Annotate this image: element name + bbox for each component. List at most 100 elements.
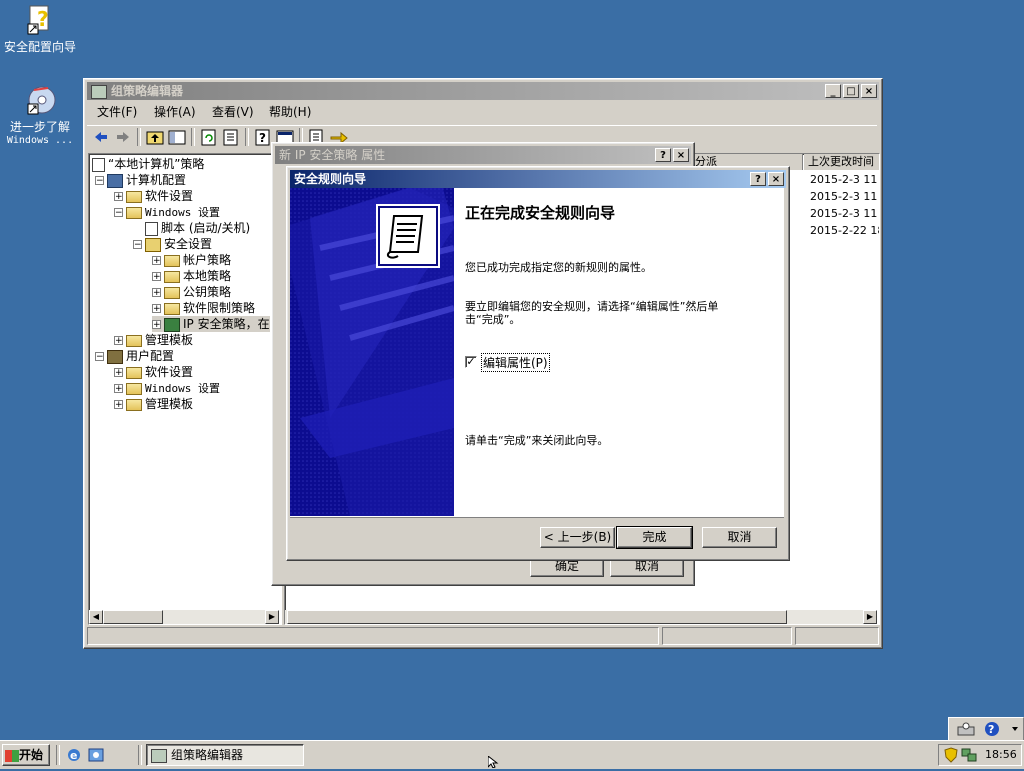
scroll-thumb[interactable] (103, 610, 163, 624)
tree-account-policies[interactable]: + 帐户策略 (152, 252, 231, 268)
folder-icon (126, 382, 142, 395)
tree-label: 公钥策略 (183, 285, 232, 299)
list-hscrollbar[interactable]: ▶ (285, 610, 877, 624)
menu-help[interactable]: 帮助(H) (269, 102, 311, 122)
back-button[interactable]: < 上一步(B) (540, 527, 615, 548)
desktop-icon-label: 安全配置向导 (3, 40, 76, 54)
tree-windows-settings[interactable]: − Windows 设置 (114, 204, 220, 220)
system-tray: 18:56 (938, 744, 1022, 766)
tree-software-settings[interactable]: + 软件设置 (114, 188, 193, 204)
close-button[interactable]: × (768, 172, 784, 186)
expand-icon[interactable]: + (152, 272, 161, 282)
export-list-icon[interactable] (221, 128, 241, 146)
collapse-icon[interactable]: − (133, 240, 142, 250)
refresh-icon[interactable] (199, 128, 219, 146)
policy-doc-icon (92, 157, 105, 172)
toolbar-separator (137, 128, 141, 146)
cancel-button[interactable]: 取消 (702, 527, 777, 548)
desktop-icon-security-wizard[interactable]: ? 安全配置向导 (0, 4, 80, 55)
expand-icon[interactable]: + (114, 368, 123, 378)
folder-icon (126, 366, 142, 379)
expand-icon[interactable]: + (114, 384, 123, 394)
forward-arrow-icon[interactable] (113, 128, 133, 146)
show-hide-tree-icon[interactable] (167, 128, 187, 146)
help-circle-icon[interactable]: ? (983, 721, 1001, 737)
tree-admin-templates[interactable]: + 管理模板 (114, 332, 193, 348)
wizard-titlebar[interactable]: 安全规则向导 ? × (290, 170, 786, 188)
edit-properties-label[interactable]: 编辑属性(P) (481, 353, 550, 372)
finish-button[interactable]: 完成 (616, 526, 693, 549)
scroll-right-icon[interactable]: ▶ (863, 610, 877, 624)
properties-titlebar[interactable]: 新 IP 安全策略 属性 ? × (275, 146, 691, 164)
tree-local-policies[interactable]: + 本地策略 (152, 268, 231, 284)
start-label: 开始 (19, 748, 44, 762)
shield-icon[interactable] (943, 747, 959, 763)
scroll-left-icon[interactable]: ◀ (89, 610, 103, 624)
help-icon[interactable]: ? (253, 128, 273, 146)
desktop-icon-windows-help[interactable]: 进一步了解 Windows ... (0, 84, 80, 146)
back-arrow-icon[interactable] (91, 128, 111, 146)
menu-action[interactable]: 操作(A) (154, 102, 196, 122)
toolbar-separator (191, 128, 195, 146)
expand-icon[interactable]: + (114, 400, 123, 410)
collapse-icon[interactable]: − (95, 352, 104, 362)
expand-icon[interactable]: + (152, 304, 161, 314)
up-level-icon[interactable] (145, 128, 165, 146)
gpedit-titlebar[interactable]: 组策略编辑器 _ □ × (87, 82, 879, 100)
tree-hscrollbar[interactable]: ◀ ▶ (89, 610, 279, 624)
gpedit-task-icon (151, 748, 167, 763)
minimize-button[interactable]: _ (825, 84, 841, 98)
expand-icon[interactable]: + (114, 192, 123, 202)
tree-security-settings[interactable]: − 安全设置 (133, 236, 212, 252)
scroll-thumb[interactable] (287, 610, 787, 624)
tree-computer-config[interactable]: − 计算机配置 (95, 172, 186, 188)
list-cell-modified[interactable]: 2015-2-3 11 (810, 173, 877, 186)
folder-icon (164, 270, 180, 283)
tree-label: 管理模板 (145, 333, 194, 347)
tree-ip-security[interactable]: + IP 安全策略，在 (152, 316, 270, 332)
start-button[interactable]: 开始 (2, 744, 50, 766)
folder-icon (164, 286, 180, 299)
collapse-icon[interactable]: − (95, 176, 104, 186)
tree-scripts[interactable]: 脚本 (启动/关机) (145, 220, 250, 236)
user-icon (107, 349, 123, 364)
help-button[interactable]: ? (655, 148, 671, 162)
tree-user-software-settings[interactable]: + 软件设置 (114, 364, 193, 380)
list-cell-modified[interactable]: 2015-2-22 18 (810, 224, 879, 237)
tree-public-key-policies[interactable]: + 公钥策略 (152, 284, 231, 300)
show-desktop-icon[interactable] (88, 747, 104, 763)
menu-file[interactable]: 文件(F) (97, 102, 137, 122)
folder-icon (164, 254, 180, 267)
expand-icon[interactable]: + (152, 320, 161, 330)
tree-user-admin-templates[interactable]: + 管理模板 (114, 396, 193, 412)
clock[interactable]: 18:56 (985, 748, 1017, 761)
network-icon[interactable] (961, 747, 977, 763)
menu-view[interactable]: 查看(V) (212, 102, 254, 122)
list-header-modified[interactable]: 上次更改时间 (804, 154, 879, 170)
tree-label: 用户配置 (126, 349, 175, 363)
scroll-right-icon[interactable]: ▶ (265, 610, 279, 624)
list-cell-modified[interactable]: 2015-2-3 11 (810, 207, 877, 220)
maximize-button[interactable]: □ (843, 84, 859, 98)
scroll-document-icon (376, 204, 440, 268)
collapse-icon[interactable]: − (114, 208, 123, 218)
status-panel (795, 627, 879, 645)
help-button[interactable]: ? (750, 172, 766, 186)
edit-properties-checkbox[interactable]: ✓ (465, 356, 477, 368)
close-button[interactable]: × (861, 84, 877, 98)
tree-user-windows-settings[interactable]: + Windows 设置 (114, 380, 220, 396)
langbar-options-icon[interactable] (1009, 721, 1021, 737)
tree-root[interactable]: “本地计算机”策略 (92, 156, 204, 172)
tree-label: 帐户策略 (183, 253, 232, 267)
tree-user-config[interactable]: − 用户配置 (95, 348, 174, 364)
close-button[interactable]: × (673, 148, 689, 162)
status-panel (662, 627, 792, 645)
expand-icon[interactable]: + (114, 336, 123, 346)
taskbar-item-gpedit[interactable]: 组策略编辑器 (146, 744, 304, 766)
list-cell-modified[interactable]: 2015-2-3 11 (810, 190, 877, 203)
tree-software-restriction[interactable]: + 软件限制策略 (152, 300, 255, 316)
expand-icon[interactable]: + (152, 288, 161, 298)
keyboard-icon[interactable] (957, 721, 975, 737)
expand-icon[interactable]: + (152, 256, 161, 266)
ie-icon[interactable]: e (66, 747, 82, 763)
